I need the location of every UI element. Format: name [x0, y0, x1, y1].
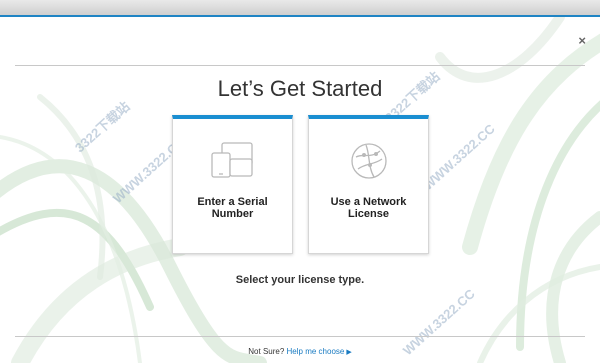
footer: Not Sure? Help me choose ▶ [0, 347, 600, 356]
window-titlebar [0, 0, 600, 17]
devices-icon [211, 142, 253, 178]
header-divider [15, 65, 585, 66]
page-title: Let’s Get Started [217, 76, 383, 101]
instruction-text: Select your license type. [235, 274, 365, 286]
background-art [0, 17, 600, 363]
close-icon[interactable]: × [578, 34, 586, 47]
network-globe-icon [351, 143, 387, 179]
serial-number-option[interactable]: Enter a Serial Number [172, 115, 293, 254]
network-license-option[interactable]: Use a Network License [308, 115, 429, 254]
footer-divider [15, 336, 585, 337]
network-license-option-label: Use a Network License [330, 196, 407, 220]
chevron-right-icon[interactable]: ▶ [346, 349, 351, 356]
license-dialog: 3322下载站 WWW.3322.CC 3322下载站 WWW.3322.CC … [0, 17, 600, 363]
footer-prefix: Not Sure? [248, 347, 285, 356]
serial-number-option-label: Enter a Serial Number [197, 196, 268, 220]
help-me-choose-link[interactable]: Help me choose [287, 347, 345, 356]
